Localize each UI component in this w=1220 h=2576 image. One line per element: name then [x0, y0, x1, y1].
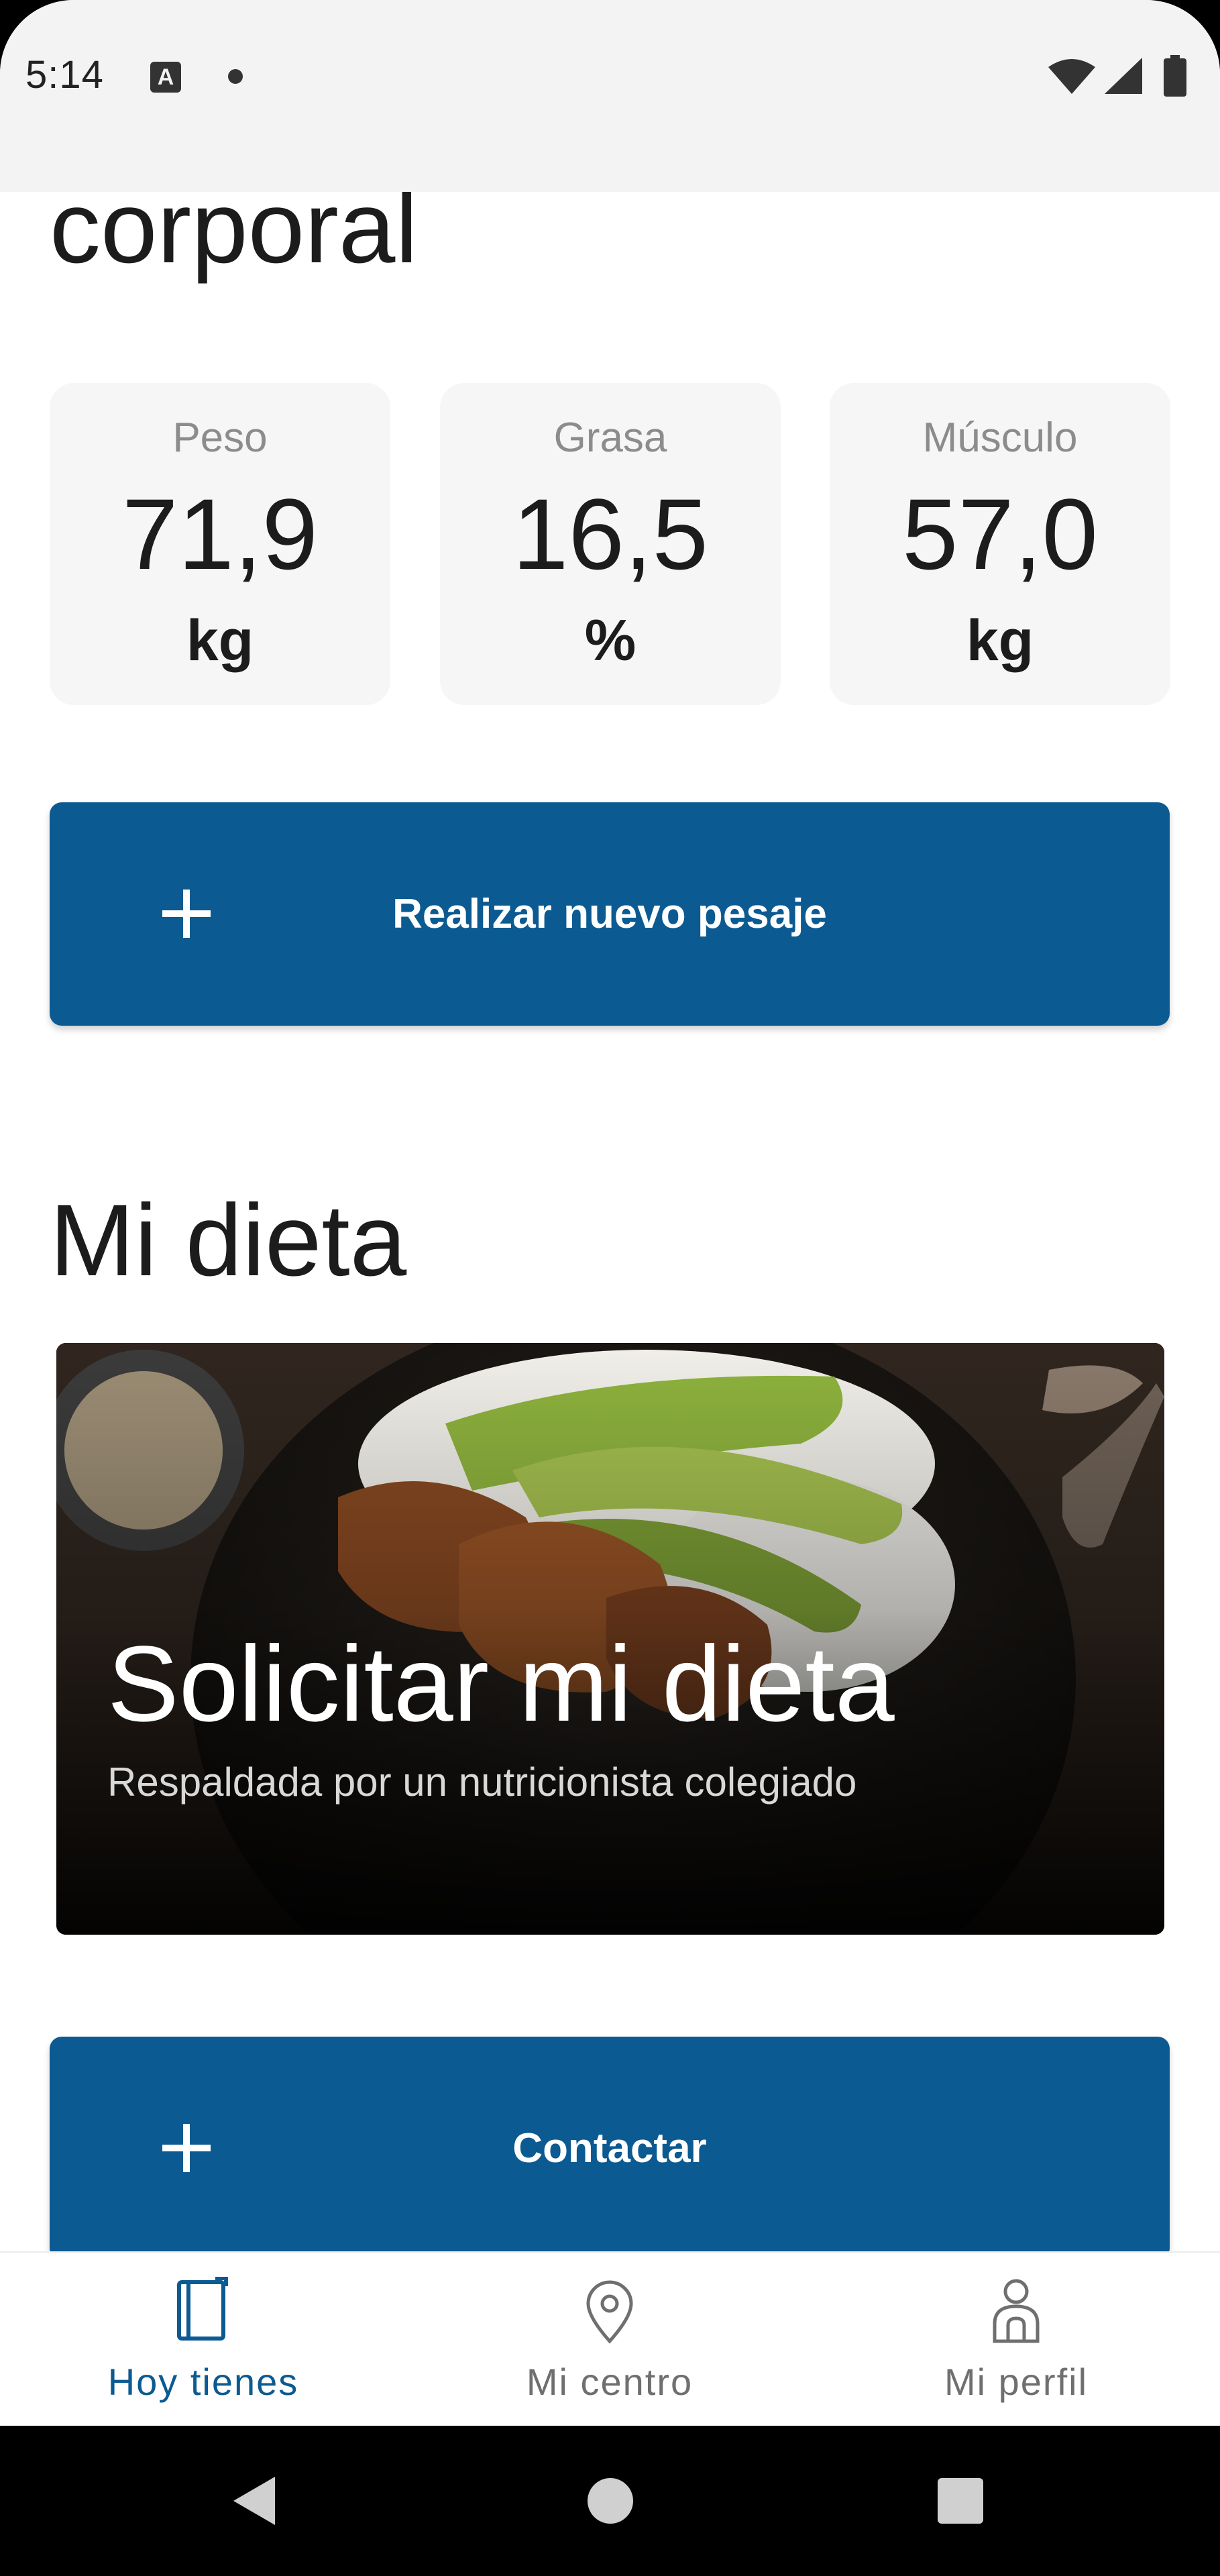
- request-diet-title: Solicitar mi dieta: [107, 1623, 895, 1743]
- stat-label: Peso: [172, 415, 268, 461]
- bottom-navigation: Hoy tienes Mi centro Mi perfil: [0, 2251, 1220, 2426]
- notification-dot-icon: [228, 69, 243, 84]
- stat-value: 71,9: [122, 478, 318, 590]
- nav-item-mi-centro[interactable]: Mi centro: [406, 2253, 813, 2427]
- status-icons: [1038, 55, 1199, 98]
- signal-icon: [1105, 58, 1142, 94]
- system-navigation-bar: [0, 2426, 1220, 2576]
- request-diet-card[interactable]: Solicitar mi dieta Respaldada por un nut…: [56, 1343, 1164, 1935]
- stat-card-weight: Peso 71,9 kg: [50, 383, 390, 705]
- stat-unit: kg: [966, 608, 1034, 673]
- recents-icon[interactable]: [936, 2477, 985, 2525]
- section-title-body: corporal: [50, 192, 419, 284]
- status-bar: 5:14 A: [0, 0, 1220, 192]
- stat-card-muscle: Músculo 57,0 kg: [830, 383, 1170, 705]
- nav-label: Hoy tienes: [107, 2361, 299, 2403]
- nav-item-mi-perfil[interactable]: Mi perfil: [813, 2253, 1219, 2427]
- stat-unit: %: [584, 608, 636, 673]
- phone-screen: 5:14 A corporal Peso 71,9 kg Grasa 16,5: [0, 0, 1220, 2576]
- contact-button-label: Contactar: [512, 2125, 707, 2171]
- status-time: 5:14: [25, 53, 104, 97]
- new-weighing-button[interactable]: Realizar nuevo pesaje: [50, 802, 1170, 1026]
- notebook-icon: [177, 2277, 228, 2341]
- nav-label: Mi perfil: [944, 2361, 1089, 2403]
- nav-label: Mi centro: [526, 2361, 694, 2403]
- stat-label: Músculo: [922, 415, 1078, 461]
- nav-item-hoy-tienes[interactable]: Hoy tienes: [0, 2253, 406, 2427]
- contact-button[interactable]: Contactar: [50, 2037, 1170, 2251]
- back-icon[interactable]: [231, 2474, 278, 2528]
- stat-label: Grasa: [553, 415, 667, 461]
- battery-icon: [1164, 55, 1186, 97]
- location-pin-icon: [586, 2280, 633, 2344]
- home-icon[interactable]: [586, 2477, 634, 2525]
- stat-value: 57,0: [902, 478, 1098, 590]
- section-title-diet: Mi dieta: [50, 1183, 407, 1297]
- new-weighing-button-label: Realizar nuevo pesaje: [392, 891, 827, 937]
- stat-value: 16,5: [512, 478, 708, 590]
- notification-a-icon: A: [150, 62, 181, 93]
- wifi-icon: [1048, 59, 1095, 94]
- stat-unit: kg: [186, 608, 254, 673]
- person-icon: [993, 2279, 1040, 2343]
- main-content: corporal Peso 71,9 kg Grasa 16,5 % Múscu…: [0, 192, 1220, 2251]
- stat-card-fat: Grasa 16,5 %: [440, 383, 781, 705]
- request-diet-subtitle: Respaldada por un nutricionista colegiad…: [107, 1760, 857, 1805]
